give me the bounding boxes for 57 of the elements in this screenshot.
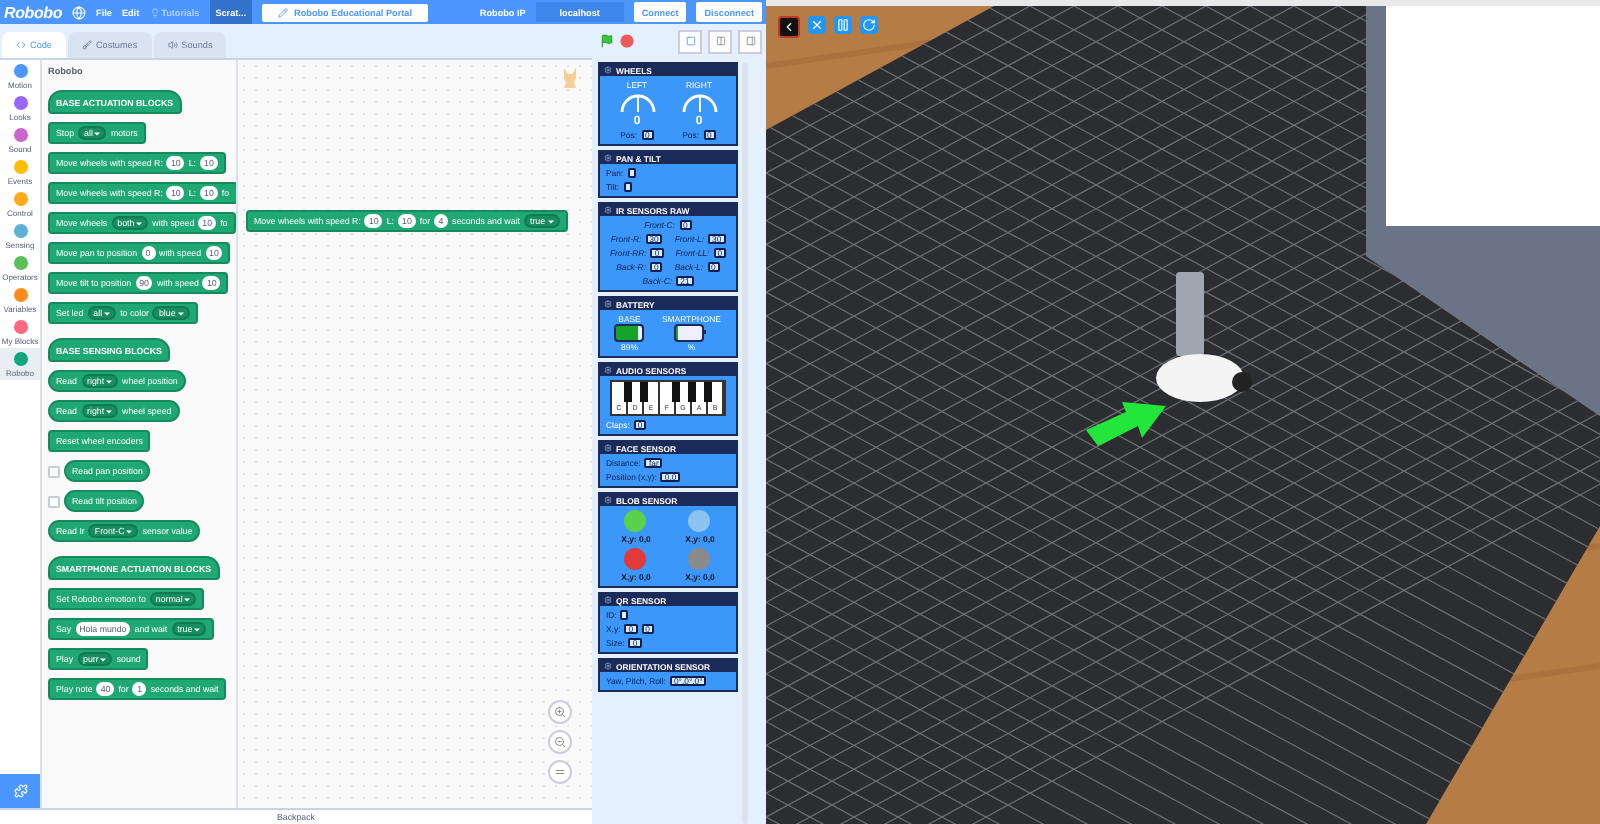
pause-icon — [836, 18, 850, 32]
panel-icon — [745, 36, 755, 46]
pause-button[interactable] — [834, 16, 852, 34]
field-value — [620, 610, 629, 620]
gear-icon — [604, 300, 612, 308]
globe-icon[interactable] — [72, 5, 87, 19]
caret-icon — [126, 529, 133, 533]
brush-icon — [81, 40, 92, 50]
stage-mode-button[interactable] — [738, 29, 762, 53]
zoom-in-icon — [554, 706, 566, 718]
flag-icon[interactable] — [600, 34, 614, 48]
caret-icon — [177, 311, 184, 315]
zoom-reset-button[interactable] — [548, 760, 572, 784]
extension-button[interactable] — [0, 774, 40, 808]
columns-icon — [715, 36, 725, 46]
caret-icon — [136, 221, 143, 225]
stage-mode-button[interactable] — [678, 29, 702, 53]
stage-mode-button[interactable] — [708, 29, 732, 53]
caret-icon — [104, 311, 111, 315]
gauge-icon — [679, 92, 719, 114]
caret-icon — [184, 597, 191, 601]
lightbulb-icon — [149, 7, 160, 17]
restart-button[interactable] — [860, 16, 878, 34]
pencil-icon — [278, 7, 289, 17]
gear-icon — [604, 662, 612, 670]
cat-sprite-icon — [560, 66, 580, 90]
refresh-icon — [862, 18, 876, 32]
checkbox[interactable] — [48, 465, 60, 477]
zoom-in-button[interactable] — [548, 700, 572, 724]
caret-icon — [194, 627, 201, 631]
speaker-icon — [167, 40, 178, 50]
square-icon — [685, 36, 695, 46]
gear-icon — [604, 596, 612, 604]
stop-icon[interactable] — [620, 34, 634, 48]
close-icon — [810, 18, 824, 32]
caret-icon — [106, 409, 113, 413]
gear-icon — [604, 366, 612, 374]
gear-icon — [604, 206, 612, 214]
app-logo: Robobo — [4, 3, 63, 21]
checkbox[interactable] — [48, 495, 60, 507]
close-button[interactable] — [808, 16, 826, 34]
gear-icon — [604, 66, 612, 74]
gear-icon — [604, 444, 612, 452]
caret-icon — [106, 379, 113, 383]
caret-icon — [100, 657, 107, 661]
gear-icon — [604, 154, 612, 162]
equals-icon — [554, 766, 566, 778]
gear-icon — [604, 496, 612, 504]
chevron-left-icon — [782, 20, 796, 34]
caret-icon — [94, 131, 101, 135]
caret-icon — [547, 219, 554, 223]
back-button[interactable] — [778, 16, 800, 38]
zoom-out-button[interactable] — [548, 730, 572, 754]
puzzle-icon — [13, 784, 27, 798]
gauge-icon — [617, 92, 657, 114]
code-icon — [16, 40, 26, 50]
zoom-out-icon — [554, 736, 566, 748]
